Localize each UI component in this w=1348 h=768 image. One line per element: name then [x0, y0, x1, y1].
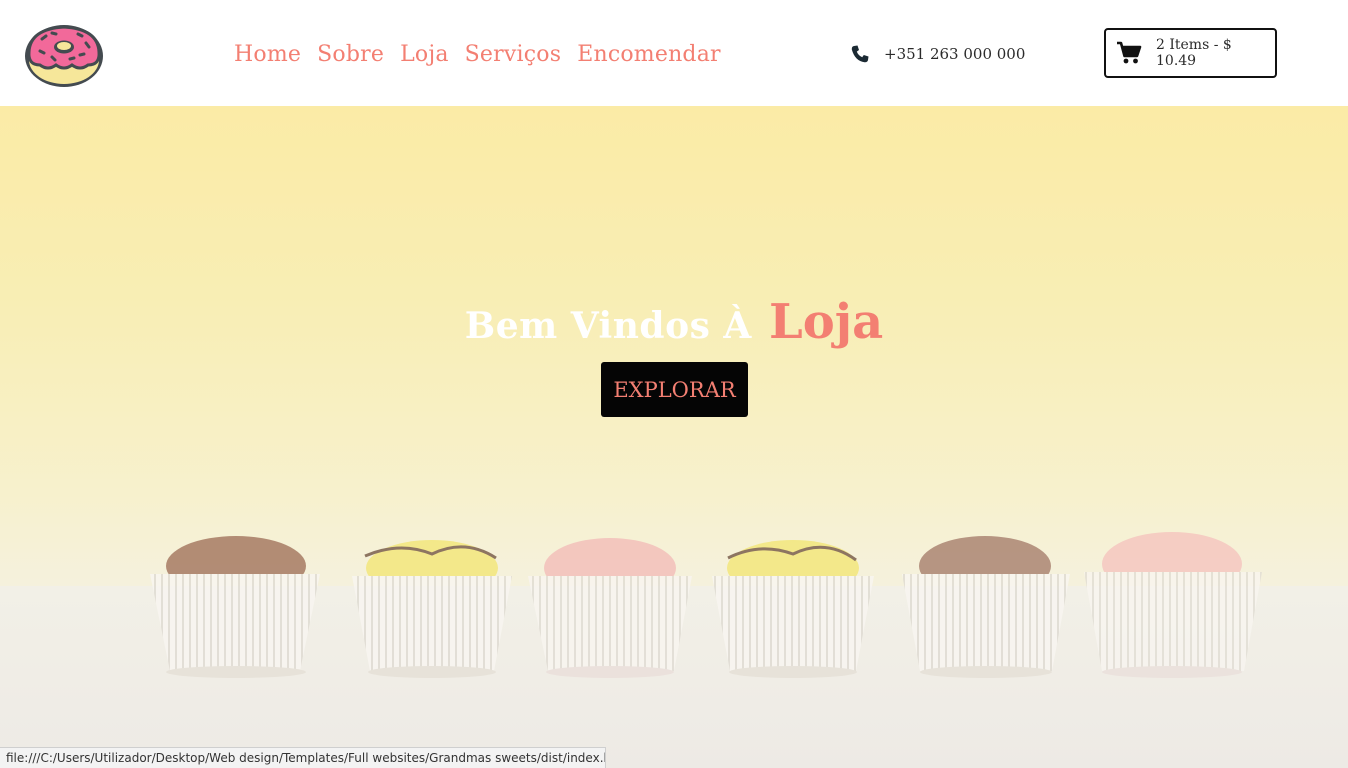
hero-welcome-text: Bem Vindos À: [464, 305, 752, 347]
nav-loja[interactable]: Loja: [400, 42, 449, 67]
phone-icon: [850, 44, 870, 64]
main-nav: Home Sobre Loja Serviços Encomendar: [234, 38, 721, 70]
hero-section: Bem Vindos À Loja EXPLORAR: [0, 106, 1348, 768]
browser-status-bar: file:///C:/Users/Utilizador/Desktop/Web …: [0, 747, 606, 768]
nav-servicos[interactable]: Serviços: [465, 42, 562, 67]
nav-home[interactable]: Home: [234, 42, 301, 67]
donut-logo-icon[interactable]: [22, 19, 106, 89]
nav-encomendar[interactable]: Encomendar: [577, 42, 721, 67]
hero-brand-text: Loja: [768, 294, 884, 350]
site-header: Home Sobre Loja Serviços Encomendar +351…: [0, 0, 1348, 106]
nav-sobre[interactable]: Sobre: [317, 42, 384, 67]
cart-button[interactable]: 2 Items - $ 10.49: [1104, 28, 1277, 78]
explore-button[interactable]: EXPLORAR: [601, 362, 748, 417]
hero-heading: Bem Vindos À Loja: [0, 294, 1348, 350]
cart-summary: 2 Items - $ 10.49: [1156, 37, 1232, 69]
phone-contact: +351 263 000 000: [850, 42, 1025, 66]
cupcakes-photo: [0, 106, 1348, 768]
cart-icon: [1116, 41, 1142, 65]
phone-number: +351 263 000 000: [884, 45, 1026, 63]
